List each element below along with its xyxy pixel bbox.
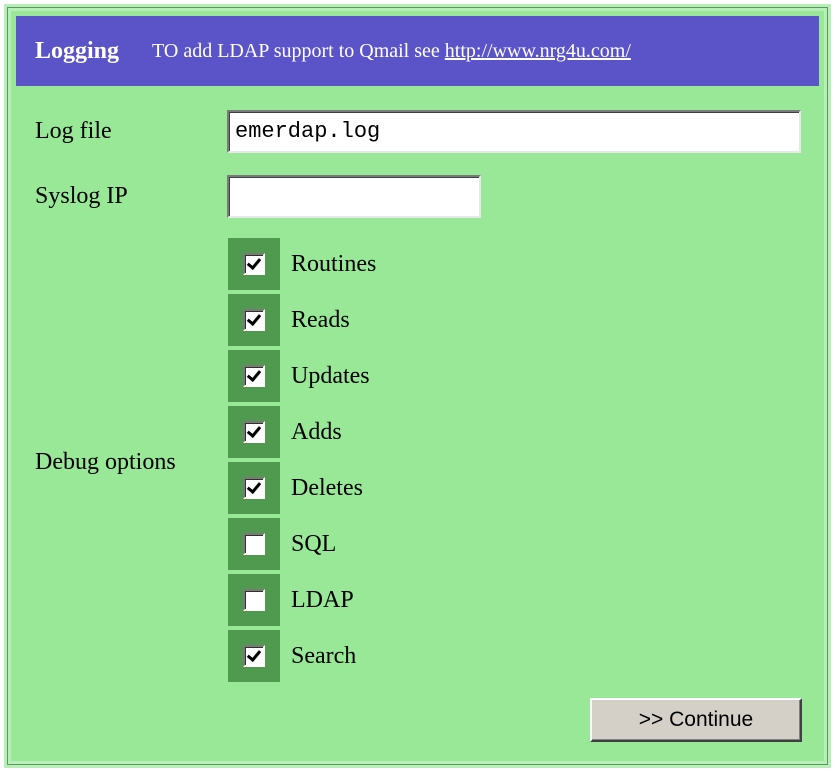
- checkbox-cell: [228, 518, 280, 570]
- checkbox-cell: [228, 630, 280, 682]
- ldap-note-text: TO add LDAP support to Qmail see: [152, 39, 445, 62]
- checkbox-cell: [228, 406, 280, 458]
- option-label: Updates: [291, 362, 370, 389]
- updates-checkbox[interactable]: [243, 365, 265, 387]
- checkbox-cell: [228, 574, 280, 626]
- option-label: Routines: [291, 250, 377, 277]
- log-file-label: Log file: [35, 118, 112, 144]
- debug-options-label: Debug options: [35, 449, 176, 475]
- option-label: Search: [291, 642, 357, 669]
- checkbox-cell: [228, 238, 280, 290]
- routines-checkbox[interactable]: [243, 253, 265, 275]
- debug-option-reads[interactable]: Reads: [228, 294, 350, 346]
- ldap-note: TO add LDAP support to Qmail see http://…: [152, 40, 631, 63]
- option-label: Reads: [291, 306, 350, 333]
- syslog-ip-input[interactable]: [227, 175, 481, 218]
- panel-header: Logging TO add LDAP support to Qmail see…: [16, 16, 819, 86]
- log-file-input[interactable]: [227, 110, 801, 153]
- debug-option-search[interactable]: Search: [228, 630, 356, 682]
- option-label: Adds: [291, 418, 342, 445]
- adds-checkbox[interactable]: [243, 421, 265, 443]
- panel-title: Logging: [35, 37, 120, 64]
- checkbox-cell: [228, 294, 280, 346]
- ldap-checkbox[interactable]: [243, 589, 265, 611]
- debug-option-updates[interactable]: Updates: [228, 350, 370, 402]
- checkbox-cell: [228, 462, 280, 514]
- nrg4u-link[interactable]: http://www.nrg4u.com/: [445, 40, 631, 62]
- option-label: SQL: [291, 530, 337, 557]
- continue-button[interactable]: >> Continue: [590, 698, 802, 742]
- syslog-ip-label: Syslog IP: [35, 183, 128, 209]
- debug-option-deletes[interactable]: Deletes: [228, 462, 363, 514]
- option-label: LDAP: [291, 586, 354, 613]
- debug-option-routines[interactable]: Routines: [228, 238, 376, 290]
- debug-option-ldap[interactable]: LDAP: [228, 574, 354, 626]
- logging-panel: Logging TO add LDAP support to Qmail see…: [7, 7, 828, 765]
- option-label: Deletes: [291, 474, 363, 501]
- checkbox-cell: [228, 350, 280, 402]
- sql-checkbox[interactable]: [243, 533, 265, 555]
- reads-checkbox[interactable]: [243, 309, 265, 331]
- search-checkbox[interactable]: [243, 645, 265, 667]
- debug-option-adds[interactable]: Adds: [228, 406, 342, 458]
- debug-option-sql[interactable]: SQL: [228, 518, 336, 570]
- deletes-checkbox[interactable]: [243, 477, 265, 499]
